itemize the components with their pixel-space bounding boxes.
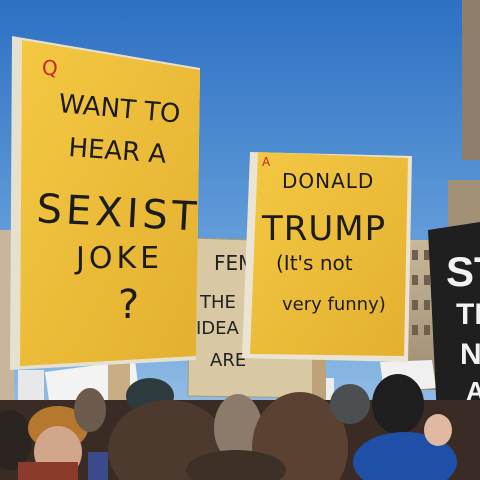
right-placard-corner-mark: A <box>262 155 271 169</box>
scene-svg: FEM THE IDEA ARE ST TE N A Q WANT TO HEA… <box>0 0 480 480</box>
right-placard-line-1: DONALD <box>282 169 374 193</box>
right-placard-line-4: very funny) <box>282 294 386 315</box>
left-placard-corner-mark: Q <box>42 56 58 80</box>
back-sign-line-2: THE <box>199 292 236 313</box>
left-placard: Q WANT TO HEAR A SEXIST JOKE ? <box>10 36 201 370</box>
right-placard-line-2: TRUMP <box>261 209 386 249</box>
right-placard: A DONALD TRUMP (It's not very funny) <box>242 152 412 362</box>
back-sign-line-4: ARE <box>210 350 246 371</box>
left-placard-line-3: SEXIST <box>35 186 201 241</box>
right-placard-line-3: (It's not <box>276 251 353 275</box>
edge-sign-line-1: ST <box>446 248 480 295</box>
edge-sign-line-2: TE <box>456 298 480 331</box>
left-placard-line-4: JOKE <box>74 241 163 276</box>
left-placard-line-5: ? <box>118 282 139 328</box>
edge-sign-line-3: N <box>460 338 480 371</box>
photo-scene: FEM THE IDEA ARE ST TE N A Q WANT TO HEA… <box>0 0 480 480</box>
back-sign-line-3: IDEA <box>196 318 240 339</box>
